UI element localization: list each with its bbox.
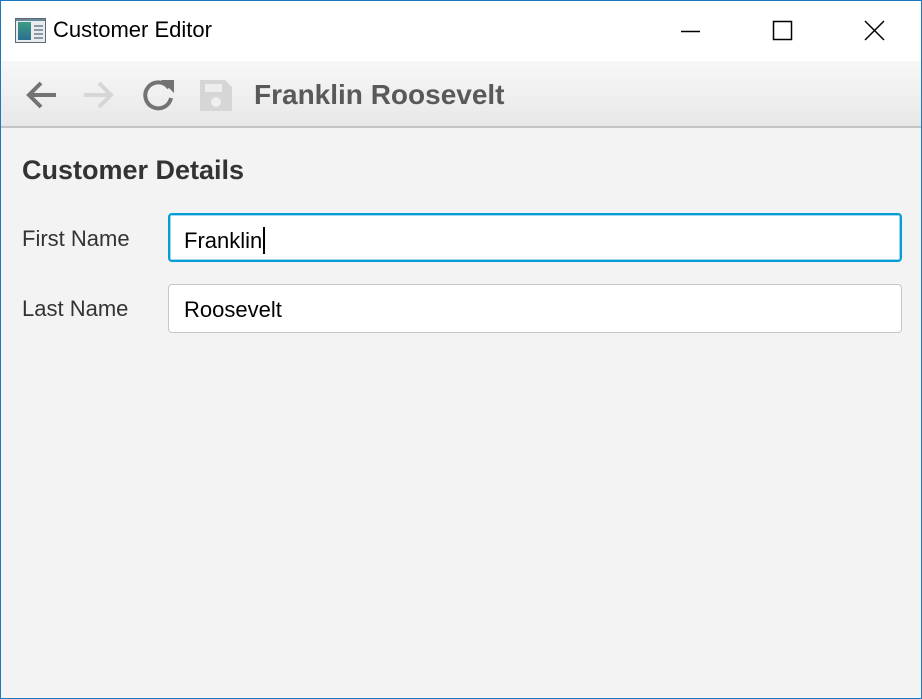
maximize-button[interactable] bbox=[737, 1, 829, 61]
last-name-value: Roosevelt bbox=[184, 297, 282, 322]
close-icon bbox=[864, 20, 885, 41]
app-window: Customer Editor Franklin Roosevelt Custo… bbox=[0, 0, 922, 699]
forward-button[interactable] bbox=[80, 76, 118, 114]
record-title: Franklin Roosevelt bbox=[254, 79, 505, 110]
last-name-field[interactable]: Roosevelt bbox=[168, 284, 902, 333]
back-button[interactable] bbox=[23, 76, 61, 114]
reload-button[interactable] bbox=[139, 76, 177, 114]
text-caret bbox=[263, 227, 266, 254]
save-icon bbox=[200, 80, 232, 111]
first-name-field[interactable]: Franklin bbox=[168, 213, 902, 262]
arrow-left-icon bbox=[26, 81, 56, 109]
title-bar[interactable]: Customer Editor bbox=[1, 1, 921, 61]
maximize-icon bbox=[772, 20, 793, 41]
window-title: Customer Editor bbox=[53, 17, 212, 42]
first-name-value: Franklin bbox=[184, 228, 263, 253]
minimize-button[interactable] bbox=[645, 1, 737, 61]
app-icon bbox=[15, 18, 46, 43]
section-heading: Customer Details bbox=[22, 155, 245, 185]
reload-icon bbox=[143, 80, 174, 111]
toolbar: Franklin Roosevelt bbox=[1, 61, 921, 128]
close-button[interactable] bbox=[829, 1, 921, 61]
minimize-icon bbox=[681, 30, 700, 33]
first-name-label: First Name bbox=[22, 226, 130, 251]
arrow-right-icon bbox=[84, 81, 114, 109]
save-button[interactable] bbox=[197, 76, 235, 114]
last-name-label: Last Name bbox=[22, 296, 129, 321]
